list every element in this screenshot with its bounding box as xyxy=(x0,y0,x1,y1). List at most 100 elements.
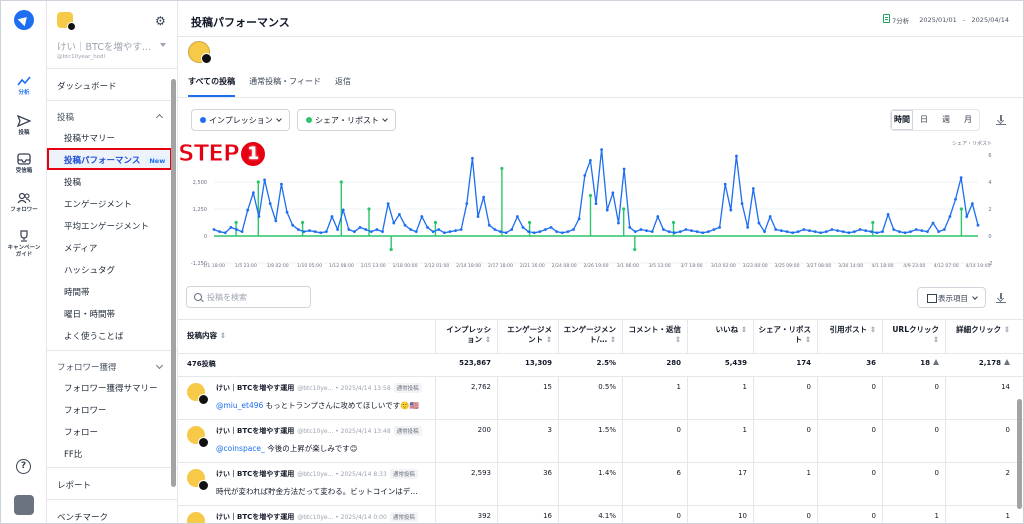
rail-inbox[interactable]: 受信箱 xyxy=(1,153,47,175)
col-divider xyxy=(882,319,883,353)
series-impressions-point xyxy=(656,215,660,218)
series-impressions-point xyxy=(808,229,811,232)
col-divider xyxy=(945,462,946,505)
post-mention[interactable]: @coinspace_ xyxy=(216,444,265,453)
table-scrollbar[interactable] xyxy=(1017,399,1022,509)
col-header[interactable]: 詳細クリック ⇕ xyxy=(949,319,1010,353)
period-month[interactable]: 月 xyxy=(957,110,979,130)
export-button[interactable]: 7分析 xyxy=(883,14,909,25)
series-impressions-point xyxy=(246,208,250,212)
col-header[interactable]: URLクリック ⇕ xyxy=(886,319,939,353)
sidebar-item-following[interactable]: フォロー xyxy=(47,426,172,438)
sidebar-item-report[interactable]: レポート xyxy=(47,479,172,491)
series-impressions-point xyxy=(836,229,839,232)
divider xyxy=(178,353,1023,354)
account-switch-chevron-icon[interactable] xyxy=(160,43,166,47)
metric1-dropdown[interactable]: インプレッション xyxy=(191,109,290,131)
app-logo-icon[interactable] xyxy=(14,10,34,30)
post-text[interactable]: 時代が変われば貯金方法だって変わる。ビットコインはデ… xyxy=(216,486,431,497)
gear-icon[interactable]: ⚙ xyxy=(155,14,166,28)
post-author-avatar[interactable] xyxy=(187,383,209,405)
rail-publish[interactable]: 投稿 xyxy=(1,115,47,137)
sidebar-item-follower-summary[interactable]: フォロワー獲得サマリー xyxy=(47,382,172,394)
series-impressions-point xyxy=(510,228,514,231)
rail-campaign[interactable]: キャンペーン ガイド xyxy=(1,230,47,259)
col-header[interactable]: シェア・リポスト ⇕ xyxy=(757,319,812,353)
x-tick-label: 3/7 18:00 xyxy=(680,263,702,269)
post-author[interactable]: けい｜BTCを増やす運用 @btc10ye... • 2025/4/14 0:00… xyxy=(216,512,418,522)
col-divider xyxy=(435,376,436,419)
sidebar-scrollbar[interactable] xyxy=(171,79,176,487)
sidebar-item-followers[interactable]: フォロワー xyxy=(47,404,172,416)
post-author-avatar[interactable] xyxy=(187,426,209,448)
period-week[interactable]: 週 xyxy=(935,110,957,130)
x-tick-label: 3/25 09:00 xyxy=(774,263,799,269)
table-download-icon[interactable] xyxy=(996,293,1006,303)
series-impressions-point xyxy=(476,215,480,218)
col-header[interactable]: 引用ポスト ⇕ xyxy=(821,319,876,353)
account-name[interactable]: けい｜BTCを増やす… xyxy=(57,39,157,53)
post-text[interactable]: @coinspace_ 今後の上昇が楽しみです😊 xyxy=(216,443,431,454)
divider xyxy=(178,419,1023,420)
sidebar-section-followers[interactable]: フォロワー獲得 xyxy=(57,361,164,373)
post-author[interactable]: けい｜BTCを増やす運用 @btc10ye... • 2025/4/14 8:33… xyxy=(216,469,418,479)
series-impressions-point xyxy=(813,230,817,234)
chart-download-icon[interactable] xyxy=(996,115,1006,125)
sidebar-item-posts[interactable]: 投稿 xyxy=(47,176,172,188)
sidebar-item-engagement[interactable]: エンゲージメント xyxy=(47,198,172,210)
sidebar-item-time-of-day[interactable]: 時間帯 xyxy=(47,286,172,298)
tab-regular-posts[interactable]: 通常投稿・フィード xyxy=(249,71,321,97)
help-icon[interactable]: ? xyxy=(16,459,31,474)
col-header[interactable]: エンゲージメント ⇕ xyxy=(501,319,552,353)
post-author-avatar[interactable] xyxy=(187,469,209,491)
col-header[interactable]: いいね ⇕ xyxy=(691,319,747,353)
col-header[interactable]: エンゲージメント/… ⇕ xyxy=(562,319,616,353)
series-impressions-point xyxy=(796,230,800,234)
col-header[interactable]: インプレッション ⇕ xyxy=(439,319,491,353)
post-author-avatar[interactable] xyxy=(187,512,205,523)
sidebar-item-weekday-time[interactable]: 曜日・時間帯 xyxy=(47,308,172,320)
sidebar-item-post-performance[interactable]: 投稿パフォーマンス New xyxy=(47,154,172,166)
rail-followers[interactable]: フォロワー xyxy=(1,192,47,214)
col-header-content[interactable]: 投稿内容 ⇕ xyxy=(178,319,298,353)
search-input[interactable]: 投稿を検索 xyxy=(186,286,311,308)
rail-analytics[interactable]: 分析 xyxy=(1,75,47,97)
user-menu-icon[interactable] xyxy=(14,495,34,515)
sidebar-item-dashboard[interactable]: ダッシュボード xyxy=(47,80,172,92)
account-avatar[interactable] xyxy=(57,12,76,31)
post-text[interactable]: @miu_et496 もっとトランプさんに攻めてほしいです🙂🇺🇸 xyxy=(216,400,431,411)
tab-replies[interactable]: 返信 xyxy=(335,71,351,97)
period-hour[interactable]: 時間 xyxy=(891,110,913,130)
post-author[interactable]: けい｜BTCを増やす運用 @btc10ye... • 2025/4/14 13:5… xyxy=(216,383,422,393)
series-impressions-point xyxy=(639,228,643,231)
sidebar-section-posts[interactable]: 投稿 xyxy=(57,111,164,123)
sidebar-item-common-words[interactable]: よく使うことば xyxy=(47,330,172,342)
sidebar-item-benchmark[interactable]: ベンチマーク xyxy=(47,511,172,523)
inbox-icon xyxy=(17,153,31,165)
post-author[interactable]: けい｜BTCを増やす運用 @btc10ye... • 2025/4/14 13:4… xyxy=(216,426,422,436)
post-author-name: けい｜BTCを増やす運用 xyxy=(216,513,295,521)
columns-button[interactable]: 表示項目 xyxy=(917,287,986,308)
sidebar-item-hashtags[interactable]: ハッシュタグ xyxy=(47,264,172,276)
col-divider xyxy=(753,462,754,505)
period-day[interactable]: 日 xyxy=(913,110,935,130)
series-impressions-point xyxy=(583,174,587,177)
tab-all-posts[interactable]: すべての投稿 xyxy=(188,71,236,97)
date-range[interactable]: 2025/01/01 - 2025/04/14 xyxy=(919,16,1009,24)
series-impressions-point xyxy=(521,225,525,229)
summary-value: 5,439 xyxy=(724,359,747,367)
col-header[interactable]: コメント・返信 ⇕ xyxy=(626,319,682,353)
profile-avatar[interactable] xyxy=(188,41,212,64)
series-shares-point xyxy=(527,220,532,225)
series-impressions-point xyxy=(499,230,502,234)
sidebar-item-media[interactable]: メディア xyxy=(47,242,172,254)
sidebar-item-post-summary[interactable]: 投稿サマリー xyxy=(47,132,172,144)
post-mention[interactable]: @miu_et496 xyxy=(216,401,263,410)
series-impressions-point xyxy=(560,231,564,235)
col-divider xyxy=(435,505,436,523)
sidebar-item-ff-ratio[interactable]: FF比 xyxy=(47,448,172,460)
series-shares-point xyxy=(367,207,371,211)
metric2-dropdown[interactable]: シェア・リポスト xyxy=(297,109,396,131)
sidebar-item-avg-engagement[interactable]: 平均エンゲージメント xyxy=(47,220,172,232)
col-header-label: URLクリック xyxy=(892,325,939,334)
